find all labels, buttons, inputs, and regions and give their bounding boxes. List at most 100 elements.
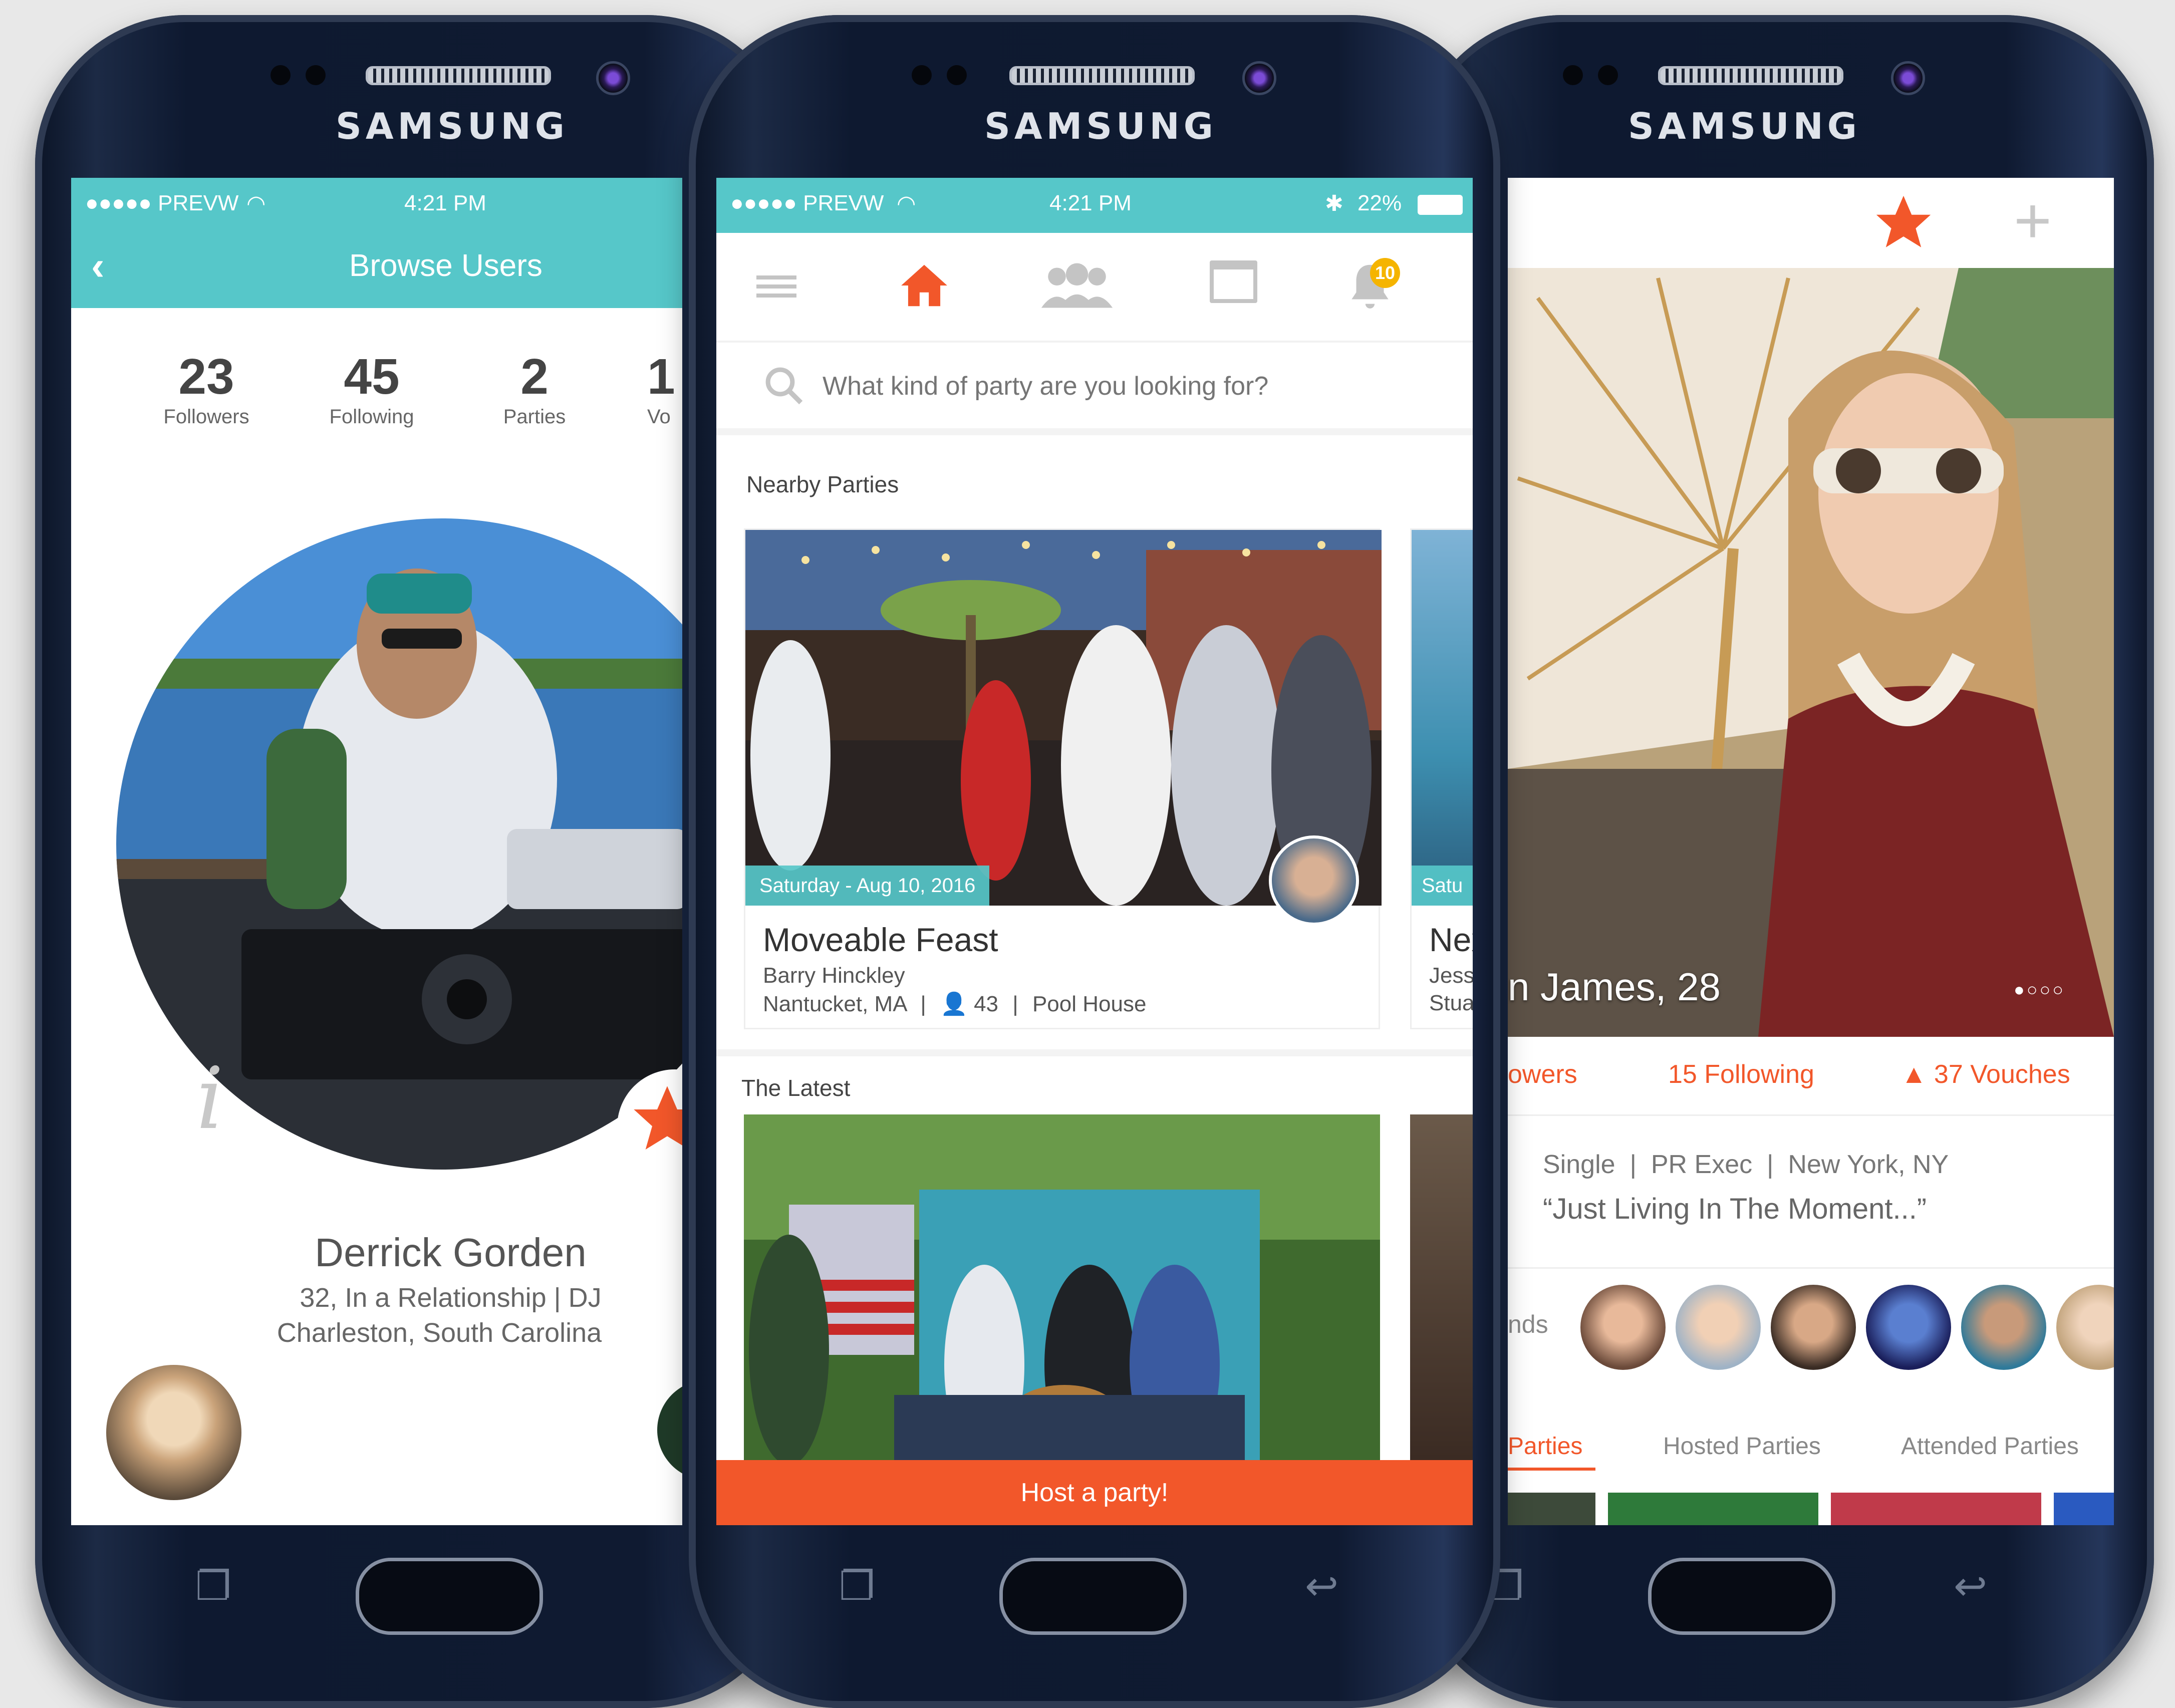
profile-quote: “Just Living In The Moment...” bbox=[1543, 1193, 1927, 1225]
sensor-dot bbox=[270, 65, 291, 85]
search-icon bbox=[765, 367, 803, 405]
notifications-icon[interactable]: 10 bbox=[1342, 258, 1400, 313]
stat-followers[interactable]: 23 Followers bbox=[151, 348, 261, 428]
status-bar: ●●●●● PREVW ◠ 4:21 PM ‹ Browse Users bbox=[71, 178, 682, 308]
favorite-star-icon[interactable] bbox=[617, 1069, 682, 1185]
stat-value: 1 bbox=[647, 349, 675, 405]
back-icon[interactable]: ↩ bbox=[1305, 1563, 1338, 1609]
divider bbox=[1508, 1267, 2114, 1269]
home-button[interactable] bbox=[999, 1558, 1187, 1635]
nearby-heading: Nearby Parties bbox=[746, 471, 899, 497]
carrier-label: ●●●●● PREVW bbox=[85, 191, 239, 215]
vouches-link[interactable]: ▲ 37 Vouches bbox=[1901, 1059, 2070, 1089]
profile-screen: + n James, 28 ●○○○ owers 15 Following ▲ bbox=[1508, 178, 2114, 1525]
profile-name-age: n James, 28 bbox=[1508, 965, 1721, 1009]
sensor-dot bbox=[306, 65, 326, 85]
followers-link[interactable]: owers bbox=[1508, 1059, 1577, 1089]
latest-photo[interactable] bbox=[744, 1114, 1380, 1465]
stat-label: Followers bbox=[163, 406, 249, 428]
party-title: Moveable Feast bbox=[763, 921, 998, 958]
party-info-row: Nantucket, MA | 👤 43 | Pool House bbox=[763, 991, 1146, 1017]
info-icon[interactable]: i bbox=[196, 1049, 223, 1149]
party-location: Nantucket, MA bbox=[763, 992, 907, 1016]
user-meta: 32, In a Relationship | DJ bbox=[300, 1283, 602, 1313]
wifi-icon: ◠ bbox=[897, 191, 916, 216]
profile-photo[interactable] bbox=[1508, 268, 2114, 1037]
favorite-star-icon[interactable] bbox=[1871, 190, 1936, 255]
party-attendees: 43 bbox=[974, 992, 999, 1016]
friend-avatar[interactable] bbox=[1961, 1285, 2046, 1370]
latest-heading: The Latest bbox=[741, 1075, 851, 1101]
back-chevron-icon[interactable]: ‹ bbox=[91, 243, 105, 289]
friend-avatar[interactable] bbox=[1580, 1285, 1666, 1370]
party-date-badge: Satu bbox=[1412, 866, 1473, 906]
tab-underline bbox=[1508, 1468, 1595, 1471]
earpiece-speaker bbox=[366, 66, 551, 85]
stat-parties[interactable]: 2 Parties bbox=[479, 348, 590, 428]
separator: | bbox=[920, 992, 926, 1016]
stat-vouches[interactable]: 1 Vo bbox=[647, 348, 682, 428]
add-icon[interactable]: + bbox=[2014, 183, 2052, 258]
stat-following[interactable]: 45 Following bbox=[317, 348, 427, 428]
menu-icon[interactable] bbox=[756, 270, 796, 303]
vouches-label: 37 Vouches bbox=[1934, 1060, 2070, 1089]
tab-parties[interactable]: Parties bbox=[1508, 1433, 1582, 1460]
divider bbox=[1508, 1114, 2114, 1116]
friends-label: nds bbox=[1508, 1310, 1548, 1338]
following-link[interactable]: 15 Following bbox=[1668, 1059, 1814, 1089]
host-avatar[interactable] bbox=[1269, 835, 1359, 926]
recent-apps-icon[interactable]: ❐ bbox=[839, 1563, 875, 1609]
friend-avatar[interactable] bbox=[1676, 1285, 1761, 1370]
earpiece-speaker bbox=[1658, 66, 1843, 85]
party-card[interactable]: Saturday - Aug 10, 2016 Moveable Feast B… bbox=[744, 528, 1382, 1029]
friend-avatar[interactable] bbox=[1866, 1285, 1951, 1370]
bluetooth-icon: ✱ bbox=[1325, 191, 1343, 216]
next-user-avatar-partial[interactable] bbox=[657, 1380, 682, 1480]
user-location: Charleston, South Carolina bbox=[277, 1318, 602, 1348]
sensor-dot bbox=[912, 65, 932, 85]
stat-value: 45 bbox=[344, 349, 400, 405]
calendar-icon[interactable] bbox=[1210, 260, 1257, 303]
search-bar[interactable] bbox=[716, 343, 1473, 428]
friends-icon[interactable] bbox=[1037, 258, 1117, 313]
party-thumbnail[interactable] bbox=[2054, 1493, 2114, 1525]
stat-value: 23 bbox=[178, 349, 234, 405]
party-photo bbox=[1412, 530, 1473, 906]
home-button[interactable] bbox=[356, 1558, 543, 1635]
host-party-button[interactable]: Host a party! bbox=[716, 1460, 1473, 1525]
friend-avatar[interactable] bbox=[2056, 1285, 2114, 1370]
party-thumbnail[interactable] bbox=[1608, 1493, 1818, 1525]
tab-attended-parties[interactable]: Attended Parties bbox=[1901, 1433, 2079, 1460]
search-input[interactable] bbox=[822, 363, 1425, 409]
party-title: Nex bbox=[1429, 921, 1473, 958]
divider bbox=[716, 341, 1473, 343]
home-icon[interactable] bbox=[897, 258, 952, 313]
sensor-dot bbox=[1598, 65, 1618, 85]
separator: | bbox=[1012, 992, 1018, 1016]
next-user-avatar[interactable] bbox=[106, 1365, 241, 1500]
latest-photo-partial[interactable] bbox=[1410, 1114, 1473, 1465]
party-thumbnail[interactable] bbox=[1831, 1493, 2041, 1525]
party-thumbnail[interactable] bbox=[1508, 1493, 1595, 1525]
stats-row: 23 Followers 45 Following 2 Parties 1 Vo bbox=[71, 348, 682, 433]
party-venue: Pool House bbox=[1032, 992, 1147, 1016]
battery-icon bbox=[1418, 195, 1463, 215]
stat-label: Following bbox=[329, 406, 414, 428]
party-host: Jessi bbox=[1429, 963, 1473, 988]
photo-pager-dots[interactable]: ●○○○ bbox=[2014, 979, 2065, 1000]
status-bar: ●●●●● PREVW ◠ 4:21 PM ✱ 22% bbox=[716, 178, 1473, 233]
recent-apps-icon[interactable]: ❐ bbox=[195, 1563, 231, 1609]
battery-percent: 22% bbox=[1357, 191, 1402, 215]
front-camera bbox=[596, 61, 630, 95]
back-icon[interactable]: ↩ bbox=[1954, 1563, 1987, 1609]
friend-avatar[interactable] bbox=[1771, 1285, 1856, 1370]
tab-hosted-parties[interactable]: Hosted Parties bbox=[1663, 1433, 1821, 1460]
profile-details: Single | PR Exec | New York, NY bbox=[1543, 1150, 1949, 1179]
party-host: Barry Hinckley bbox=[763, 963, 905, 988]
party-feed-screen: ●●●●● PREVW ◠ 4:21 PM ✱ 22% 10 Nearby Pa… bbox=[716, 178, 1473, 1525]
section-gap bbox=[716, 428, 1473, 435]
home-button[interactable] bbox=[1648, 1558, 1835, 1635]
thumbs-up-icon: ▲ bbox=[1901, 1060, 1927, 1089]
party-card-partial[interactable]: Satu Nex Jessi Stua bbox=[1410, 528, 1473, 1029]
carrier-label: ●●●●● PREVW bbox=[730, 191, 884, 215]
